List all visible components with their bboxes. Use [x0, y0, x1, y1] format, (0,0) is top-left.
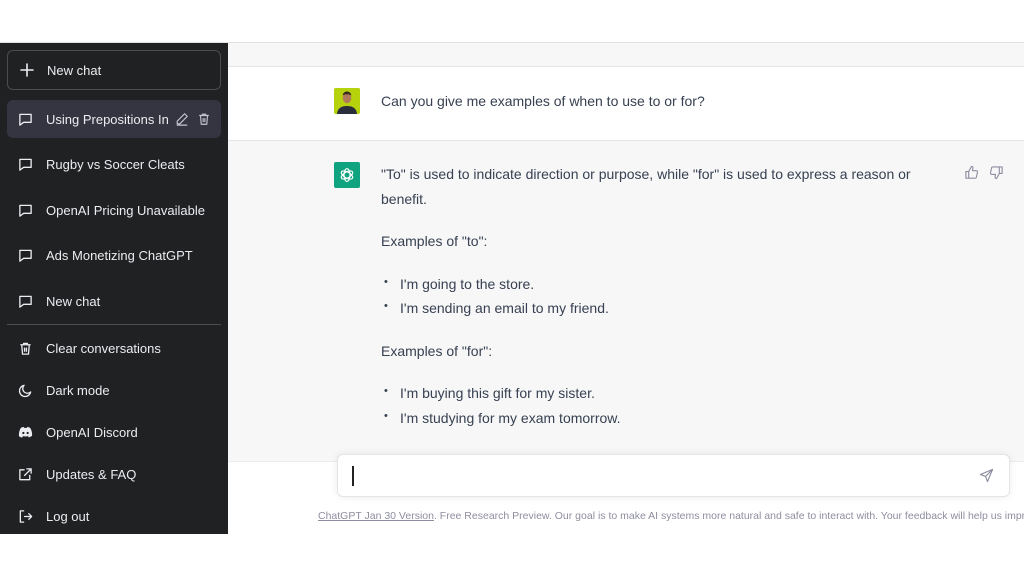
chat-bubble-icon — [17, 157, 33, 173]
feedback-buttons — [964, 165, 1004, 180]
to-examples-heading: Examples of "to": — [381, 229, 921, 254]
discord-link[interactable]: OpenAI Discord — [7, 413, 221, 451]
top-blank-strip — [0, 0, 1024, 43]
message-input[interactable] — [356, 468, 978, 484]
conversation-item[interactable]: Ads Monetizing ChatGPT — [7, 237, 221, 275]
menu-label: OpenAI Discord — [46, 425, 138, 440]
user-message: Can you give me examples of when to use … — [228, 67, 1024, 141]
dark-mode-button[interactable]: Dark mode — [7, 371, 221, 409]
chat-bubble-icon — [17, 293, 33, 309]
conversation-title: Using Prepositions In S — [46, 112, 169, 127]
conversation-item[interactable]: Rugby vs Soccer Cleats — [7, 146, 221, 184]
trash-icon — [17, 340, 33, 356]
sidebar-divider — [7, 324, 221, 325]
clear-conversations-button[interactable]: Clear conversations — [7, 329, 221, 367]
user-avatar — [334, 88, 360, 114]
chat-bubble-icon — [17, 111, 33, 127]
conversation-item[interactable]: New chat — [7, 282, 221, 320]
openai-logo-icon — [334, 162, 360, 188]
app-window: New chat Using Prepositions In S — [0, 43, 1024, 534]
previous-message-band — [228, 43, 1024, 67]
for-examples-list: I'm buying this gift for my sister. I'm … — [381, 381, 921, 430]
message-input-box[interactable] — [337, 454, 1010, 497]
chat-main: Can you give me examples of when to use … — [228, 43, 1024, 534]
send-button[interactable] — [977, 467, 995, 485]
plus-icon — [20, 63, 34, 77]
menu-label: Dark mode — [46, 383, 110, 398]
send-icon — [979, 468, 994, 483]
menu-label: Updates & FAQ — [46, 467, 136, 482]
footer-note-text: . Free Research Preview. Our goal is to … — [434, 510, 1024, 522]
edit-icon[interactable] — [175, 112, 189, 126]
menu-label: Clear conversations — [46, 341, 161, 356]
sidebar: New chat Using Prepositions In S — [0, 43, 228, 534]
conversation-item[interactable]: Using Prepositions In S — [7, 100, 221, 138]
version-link[interactable]: ChatGPT Jan 30 Version — [318, 510, 434, 522]
logout-icon — [17, 508, 33, 524]
for-examples-heading: Examples of "for": — [381, 339, 921, 364]
thumbs-up-icon[interactable] — [964, 165, 979, 180]
chat-bubble-icon — [17, 248, 33, 264]
new-chat-label: New chat — [47, 63, 101, 78]
menu-label: Log out — [46, 509, 89, 524]
list-item: I'm going to the store. — [381, 272, 921, 297]
conversation-title: OpenAI Pricing Unavailable — [46, 203, 211, 218]
discord-icon — [17, 424, 33, 440]
to-examples-list: I'm going to the store. I'm sending an e… — [381, 272, 921, 321]
chat-bubble-icon — [17, 202, 33, 218]
moon-icon — [17, 382, 33, 398]
new-chat-button[interactable]: New chat — [7, 50, 221, 90]
updates-faq-link[interactable]: Updates & FAQ — [7, 455, 221, 493]
user-message-text: Can you give me examples of when to use … — [381, 89, 705, 114]
bottom-blank-strip — [0, 534, 1024, 576]
external-link-icon — [17, 466, 33, 482]
delete-icon[interactable] — [197, 112, 211, 126]
logout-button[interactable]: Log out — [7, 497, 221, 535]
list-item: I'm studying for my exam tomorrow. — [381, 406, 921, 431]
thumbs-down-icon[interactable] — [989, 165, 1004, 180]
text-caret — [352, 466, 354, 486]
assistant-message: "To" is used to indicate direction or pu… — [228, 141, 1024, 461]
conversation-item[interactable]: OpenAI Pricing Unavailable — [7, 191, 221, 229]
conversation-title: New chat — [46, 294, 211, 309]
footer-disclaimer: ChatGPT Jan 30 Version. Free Research Pr… — [318, 510, 1024, 522]
composer-area: ChatGPT Jan 30 Version. Free Research Pr… — [228, 461, 1024, 534]
list-item: I'm buying this gift for my sister. — [381, 381, 921, 406]
conversation-list: Using Prepositions In S Rugby vs Soccer … — [7, 100, 221, 320]
answer-intro: "To" is used to indicate direction or pu… — [381, 162, 921, 211]
conversation-actions — [175, 112, 211, 126]
assistant-message-text: "To" is used to indicate direction or pu… — [381, 162, 921, 448]
list-item: I'm sending an email to my friend. — [381, 296, 921, 321]
conversation-title: Ads Monetizing ChatGPT — [46, 248, 211, 263]
conversation-title: Rugby vs Soccer Cleats — [46, 157, 211, 172]
